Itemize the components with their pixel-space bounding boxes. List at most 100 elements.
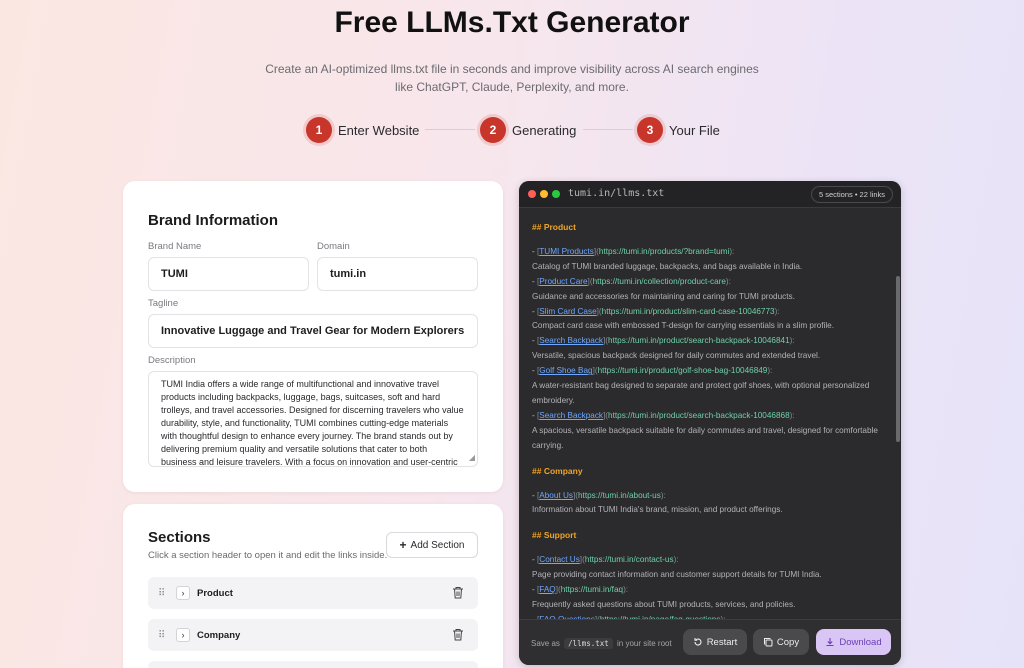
step-generating: 2 Generating	[480, 117, 576, 143]
trash-icon[interactable]	[452, 628, 464, 641]
step-enter-website: 1 Enter Website	[306, 117, 419, 143]
preview-footer: Save as /llms.txt in your site root Rest…	[519, 619, 901, 665]
restart-button[interactable]: Restart	[683, 629, 747, 655]
link-url[interactable]: https://tumi.in/contact-us	[585, 555, 674, 564]
section-heading-line: ## Support	[532, 530, 577, 541]
link-url[interactable]: https://tumi.in/product/golf-shoe-bag-10…	[598, 366, 768, 375]
section-name: Product	[197, 587, 233, 599]
save-as-filename: /llms.txt	[564, 638, 613, 649]
link-label[interactable]: TUMI Products	[539, 247, 594, 256]
link-url[interactable]: https://tumi.in/product/search-backpack-…	[608, 336, 790, 345]
copy-button[interactable]: Copy	[753, 629, 809, 655]
chevron-right-icon[interactable]: ›	[176, 628, 190, 642]
brand-name-label: Brand Name	[148, 241, 202, 252]
link-label[interactable]: Product Care	[539, 277, 587, 286]
link-line: - [Golf Shoe Bag](https://tumi.in/produc…	[532, 364, 889, 379]
link-line: - [Search Backpack](https://tumi.in/prod…	[532, 334, 889, 349]
link-label[interactable]: About Us	[539, 491, 573, 500]
tagline-label: Tagline	[148, 298, 179, 309]
window-minimize-dot[interactable]	[540, 190, 548, 198]
bracket: ):	[767, 366, 773, 376]
link-description: A spacious, versatile backpack suitable …	[532, 425, 878, 450]
add-section-label: Add Section	[410, 539, 465, 551]
bracket: ):	[673, 555, 679, 565]
section-heading-line: ## Product	[532, 222, 576, 232]
drag-handle-icon[interactable]: ⠿	[158, 588, 168, 599]
sections-heading: Sections	[148, 529, 211, 546]
link-line: - [TUMI Products](https://tumi.in/produc…	[532, 245, 889, 260]
window-maximize-dot[interactable]	[552, 190, 560, 198]
step-label: Your File	[669, 122, 720, 138]
link-line: - [About Us](https://tumi.in/about-us):	[532, 489, 889, 504]
link-label[interactable]: Golf Shoe Bag	[539, 366, 592, 375]
bracket: ):	[774, 306, 780, 316]
section-row-company[interactable]: ⠿ › Company	[148, 619, 478, 651]
bracket: ):	[725, 276, 731, 286]
link-url[interactable]: https://tumi.in/about-us	[578, 491, 661, 500]
resize-handle-icon[interactable]: ◢	[469, 451, 475, 464]
window-close-dot[interactable]	[528, 190, 536, 198]
link-description: Frequently asked questions about TUMI pr…	[532, 599, 796, 609]
link-url[interactable]: https://tumi.in/faq	[561, 585, 623, 594]
save-as-suffix: in your site root	[617, 639, 672, 648]
download-icon	[826, 638, 834, 647]
preview-titlebar: tumi.in/llms.txt 5 sections • 22 links	[519, 181, 901, 208]
domain-label: Domain	[317, 241, 350, 252]
tagline-input[interactable]: Innovative Luggage and Travel Gear for M…	[148, 314, 478, 348]
step-connector	[583, 129, 633, 130]
link-label[interactable]: Contact Us	[539, 555, 580, 564]
link-line: - [Product Care](https://tumi.in/collect…	[532, 275, 889, 290]
plus-icon: +	[399, 538, 407, 552]
brand-name-input[interactable]: TUMI	[148, 257, 309, 291]
restart-icon	[694, 638, 702, 646]
add-section-button[interactable]: + Add Section	[386, 532, 478, 558]
drag-handle-icon[interactable]: ⠿	[158, 630, 168, 641]
bracket: ):	[789, 410, 795, 420]
preview-scrollbar[interactable]	[896, 276, 900, 442]
trash-icon[interactable]	[452, 586, 464, 599]
step-your-file: 3 Your File	[637, 117, 720, 143]
section-row-product[interactable]: ⠿ › Product	[148, 577, 478, 609]
step-number: 2	[480, 117, 506, 143]
download-button[interactable]: Download	[816, 629, 891, 655]
sections-card: Sections Click a section header to open …	[123, 504, 503, 668]
section-row[interactable]	[148, 661, 478, 668]
link-url[interactable]: https://tumi.in/product/search-backpack-…	[608, 411, 790, 420]
save-as-prefix: Save as	[531, 639, 560, 648]
link-description: Page providing contact information and c…	[532, 570, 822, 580]
link-description: Catalog of TUMI branded luggage, backpac…	[532, 261, 803, 271]
llms-preview-window: tumi.in/llms.txt 5 sections • 22 links #…	[519, 181, 901, 665]
link-line: - [Search Backpack](https://tumi.in/prod…	[532, 409, 889, 424]
link-label[interactable]: Slim Card Case	[539, 307, 596, 316]
link-url[interactable]: https://tumi.in/products/?brand=tumi	[599, 247, 729, 256]
restart-label: Restart	[706, 636, 738, 648]
copy-icon	[763, 638, 773, 647]
link-label[interactable]: Search Backpack	[539, 336, 603, 345]
stepper: 1 Enter Website 2 Generating 3 Your File	[0, 116, 1024, 144]
link-url[interactable]: https://tumi.in/product/slim-card-case-1…	[602, 307, 775, 316]
bracket: ):	[729, 246, 735, 256]
link-label[interactable]: Search Backpack	[539, 411, 603, 420]
bracket: ):	[623, 585, 629, 595]
step-label: Enter Website	[338, 122, 420, 138]
download-label: Download	[839, 636, 882, 648]
section-name: Company	[197, 629, 241, 641]
chevron-right-icon[interactable]: ›	[176, 586, 190, 600]
link-line: - [Slim Card Case](https://tumi.in/produ…	[532, 305, 889, 320]
link-label[interactable]: FAQ	[539, 585, 555, 594]
bracket: ):	[789, 336, 795, 346]
step-number: 3	[637, 117, 663, 143]
domain-input[interactable]: tumi.in	[317, 257, 478, 291]
brand-information-card: Brand Information Brand Name TUMI Domain…	[123, 181, 503, 492]
link-description: A water-resistant bag designed to separa…	[532, 381, 870, 405]
link-url[interactable]: https://tumi.in/collection/product-care	[593, 277, 726, 286]
sections-help-text: Click a section header to open it and ed…	[148, 550, 388, 561]
save-as-hint: Save as /llms.txt in your site root	[531, 638, 672, 649]
copy-label: Copy	[776, 636, 800, 648]
description-textarea[interactable]: TUMI India offers a wide range of multif…	[148, 371, 478, 467]
page-subtitle: Create an AI-optimized llms.txt file in …	[265, 62, 759, 94]
llms-text-content: ## Product - [TUMI Products](https://tumi…	[519, 208, 901, 619]
stats-badge: 5 sections • 22 links	[811, 186, 893, 203]
